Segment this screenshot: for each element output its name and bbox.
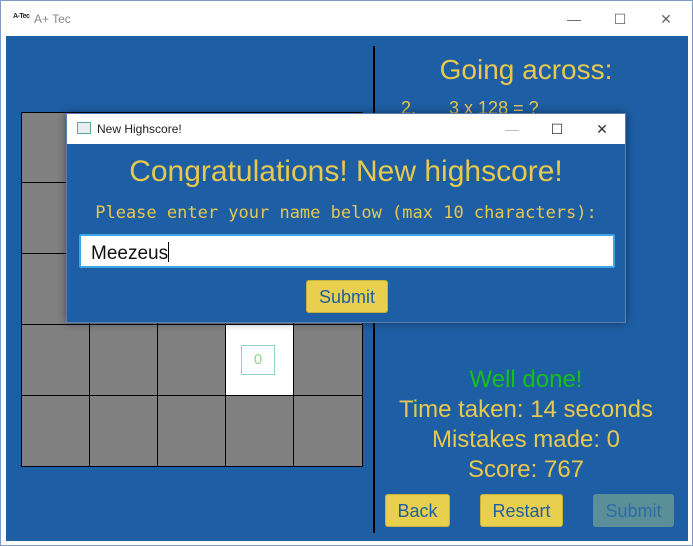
back-button[interactable]: Back bbox=[385, 494, 450, 527]
grid-cell[interactable] bbox=[89, 324, 159, 397]
grid-cell[interactable] bbox=[293, 395, 363, 467]
clue-heading: Going across: bbox=[439, 54, 613, 85]
congratulations-heading: Congratulations! New highscore! bbox=[129, 155, 563, 188]
name-prompt: Please enter your name below (max 10 cha… bbox=[95, 203, 597, 223]
grid-cell[interactable] bbox=[21, 395, 91, 467]
dialog-close-button[interactable]: ✕ bbox=[582, 117, 622, 141]
grid-cell[interactable] bbox=[225, 395, 295, 467]
restart-button[interactable]: Restart bbox=[480, 494, 563, 527]
grid-cell[interactable] bbox=[293, 324, 363, 397]
maximize-button[interactable]: ☐ bbox=[597, 6, 643, 32]
mistakes-made: Mistakes made: 0 bbox=[431, 426, 621, 453]
close-button[interactable]: ✕ bbox=[643, 6, 689, 32]
cell-value: 0 bbox=[241, 345, 275, 375]
highscore-dialog: New Highscore! — ☐ ✕ Congratulations! Ne… bbox=[66, 113, 626, 323]
time-taken: Time taken: 14 seconds bbox=[399, 396, 653, 423]
grid-cell-revealed[interactable]: 0 bbox=[225, 324, 295, 397]
title-bar: A-Tec A+ Tec — ☐ ✕ bbox=[1, 1, 692, 35]
grid-cell[interactable] bbox=[21, 324, 91, 397]
dialog-title-bar: New Highscore! — ☐ ✕ bbox=[67, 114, 625, 144]
window-title: A+ Tec bbox=[34, 12, 71, 26]
dialog-maximize-button[interactable]: ☐ bbox=[537, 117, 577, 141]
text-caret bbox=[168, 242, 170, 262]
name-input[interactable]: Meezeus bbox=[79, 234, 615, 268]
app-icon: A-Tec bbox=[13, 13, 30, 20]
grid-cell[interactable] bbox=[157, 395, 227, 467]
grid-cell[interactable] bbox=[89, 395, 159, 467]
minimize-button[interactable]: — bbox=[551, 6, 597, 32]
score: Score: 767 bbox=[467, 456, 585, 483]
dialog-submit-button[interactable]: Submit bbox=[306, 280, 388, 313]
grid-cell[interactable] bbox=[157, 324, 227, 397]
dialog-window-icon bbox=[77, 122, 91, 134]
dialog-title: New Highscore! bbox=[97, 122, 182, 136]
dialog-minimize-button[interactable]: — bbox=[492, 117, 532, 141]
name-text: Meezeus bbox=[91, 243, 169, 264]
well-done-message: Well done! bbox=[469, 366, 583, 393]
submit-button-disabled[interactable]: Submit bbox=[593, 494, 674, 527]
name-input-value: Meezeus bbox=[91, 242, 170, 265]
